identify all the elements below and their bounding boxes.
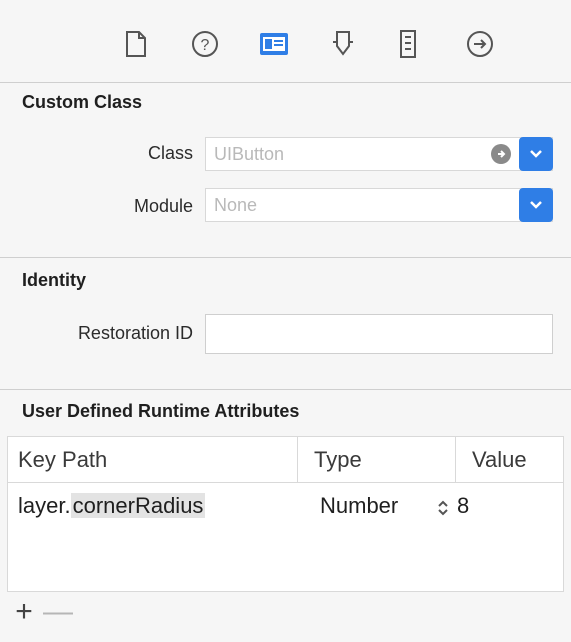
table-row[interactable]: layer.cornerRadius Number 8 <box>8 489 563 525</box>
custom-class-title: Custom Class <box>22 92 143 112</box>
runtime-attributes-table: Key Path Type Value layer.cornerRadius N… <box>7 436 564 592</box>
inspector-toolbar: ? <box>0 0 571 82</box>
identity-title: Identity <box>22 270 87 290</box>
key-path-selected-text: cornerRadius <box>70 493 206 518</box>
help-icon[interactable]: ? <box>185 24 225 64</box>
key-path-prefix: layer. <box>18 493 71 518</box>
type-stepper-icon[interactable] <box>436 497 450 523</box>
value-cell[interactable]: 8 <box>457 493 469 519</box>
type-cell[interactable]: Number <box>320 493 398 519</box>
column-header-value[interactable]: Value <box>472 447 527 473</box>
column-divider <box>455 437 456 483</box>
chevron-down-icon[interactable] <box>519 137 553 171</box>
key-path-cell[interactable]: layer.cornerRadius <box>18 493 206 519</box>
size-inspector-icon[interactable] <box>388 24 428 64</box>
file-icon[interactable] <box>116 24 156 64</box>
column-divider <box>297 437 298 483</box>
svg-text:?: ? <box>201 37 210 54</box>
identity-inspector-panel: ? Custom Class Class UIButton Module Non… <box>0 0 571 642</box>
module-label: Module <box>133 196 193 216</box>
identity-inspector-icon[interactable] <box>254 24 294 64</box>
runtime-attributes-title: User Defined Runtime Attributes <box>22 401 300 421</box>
class-combo[interactable]: UIButton <box>205 137 553 171</box>
module-combo[interactable]: None <box>205 188 553 222</box>
module-input[interactable]: None <box>206 195 519 216</box>
restoration-id-field[interactable] <box>205 314 553 354</box>
attributes-icon[interactable] <box>323 24 363 64</box>
restoration-id-label: Restoration ID <box>77 323 193 343</box>
divider <box>0 389 571 390</box>
column-header-type[interactable]: Type <box>314 447 362 473</box>
column-header-key-path[interactable]: Key Path <box>18 447 107 473</box>
table-footer: + — <box>7 592 564 632</box>
add-attribute-button[interactable]: + <box>7 592 41 632</box>
class-label: Class <box>147 143 193 163</box>
table-header: Key Path Type Value <box>8 437 563 483</box>
go-to-class-icon[interactable] <box>491 144 511 164</box>
class-input[interactable]: UIButton <box>206 144 491 165</box>
divider <box>0 257 571 258</box>
divider <box>0 82 571 83</box>
chevron-down-icon[interactable] <box>519 188 553 222</box>
connections-icon[interactable] <box>460 24 500 64</box>
remove-attribute-button[interactable]: — <box>41 592 75 632</box>
